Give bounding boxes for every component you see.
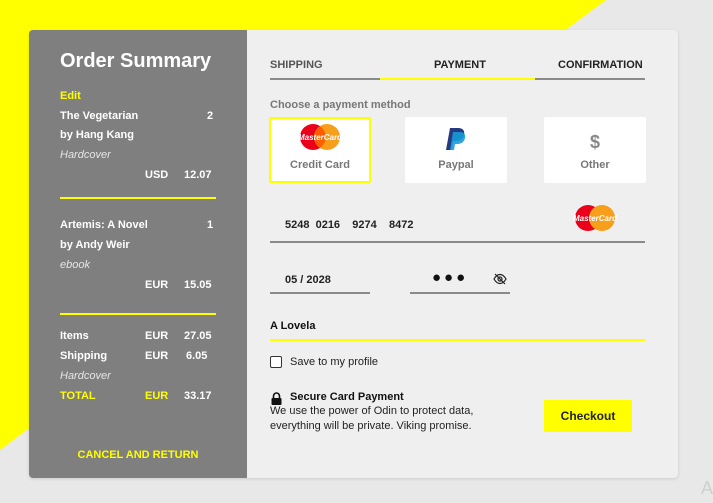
total-label: TOTAL xyxy=(60,390,96,402)
eye-off-icon[interactable] xyxy=(493,272,507,286)
choose-method-label: Choose a payment method xyxy=(270,99,411,111)
tab-shipping-underline xyxy=(270,78,380,80)
paypal-option[interactable]: Paypal xyxy=(405,117,507,183)
card-number-input[interactable]: 5248 0216 9274 8472 xyxy=(285,219,413,231)
expiry-input[interactable]: 05 / 2028 xyxy=(285,274,331,286)
tab-payment-underline xyxy=(380,78,535,80)
secure-text-line-1: We use the power of Odin to protect data… xyxy=(270,405,474,417)
item-divider xyxy=(60,197,216,199)
paypal-icon xyxy=(446,128,466,150)
shipping-currency: EUR xyxy=(145,350,169,362)
other-option[interactable]: $ Other xyxy=(544,117,646,183)
item-1-currency: USD xyxy=(145,169,169,181)
order-summary-sidebar: Order Summary Edit The Vegetarian 2 by H… xyxy=(29,30,247,478)
card-number-underline xyxy=(270,241,645,243)
item-1-price: 12.07 xyxy=(184,169,212,181)
save-profile-checkbox[interactable] xyxy=(270,356,282,368)
item-2-name: Artemis: A Novel xyxy=(60,219,148,231)
shipping-note: Hardcover xyxy=(60,370,111,382)
corner-letter: A xyxy=(700,478,713,498)
tab-confirmation[interactable]: CONFIRMATION xyxy=(558,59,643,71)
dollar-icon: $ xyxy=(589,132,600,152)
totals-divider xyxy=(60,313,216,315)
item-2-format: ebook xyxy=(60,259,90,271)
items-currency: EUR xyxy=(145,330,169,342)
item-1-format: Hardcover xyxy=(60,149,111,161)
total-currency: EUR xyxy=(145,390,169,402)
tab-confirmation-underline xyxy=(535,78,645,80)
item-1-author: by Hang Kang xyxy=(60,129,134,141)
cancel-and-return-button[interactable]: CANCEL AND RETURN xyxy=(29,449,247,461)
payment-panel: SHIPPING PAYMENT CONFIRMATION Choose a p… xyxy=(247,30,678,478)
credit-card-label: Credit Card xyxy=(290,159,350,171)
cardholder-input[interactable]: A Lovela xyxy=(270,320,315,332)
expiry-underline xyxy=(270,292,370,294)
other-label: Other xyxy=(580,159,610,171)
svg-text:MasterCard: MasterCard xyxy=(298,133,343,142)
item-2-author: by Andy Weir xyxy=(60,239,130,251)
items-value: 27.05 xyxy=(184,330,212,342)
secure-text-line-2: everything will be private. Viking promi… xyxy=(270,420,472,432)
shipping-value: 6.05 xyxy=(186,350,208,362)
svg-text:MasterCard: MasterCard xyxy=(573,214,618,223)
edit-link[interactable]: Edit xyxy=(60,90,81,102)
credit-card-option[interactable]: MasterCard Credit Card xyxy=(269,117,371,183)
lock-icon xyxy=(271,392,282,405)
save-profile-label: Save to my profile xyxy=(290,356,379,368)
checkout-card: Order Summary Edit The Vegetarian 2 by H… xyxy=(29,30,678,478)
tab-shipping[interactable]: SHIPPING xyxy=(270,59,323,71)
cvv-input[interactable]: ●●● xyxy=(432,269,468,286)
checkout-button[interactable]: Checkout xyxy=(544,400,632,432)
mastercard-icon: MasterCard xyxy=(298,124,343,150)
item-1-name: The Vegetarian xyxy=(60,110,139,122)
sidebar-title: Order Summary xyxy=(60,50,212,72)
cardholder-underline xyxy=(270,339,645,341)
paypal-label: Paypal xyxy=(438,159,474,171)
shipping-label: Shipping xyxy=(60,350,108,362)
tab-payment[interactable]: PAYMENT xyxy=(434,59,486,71)
item-2-qty: 1 xyxy=(207,219,214,231)
total-value: 33.17 xyxy=(184,390,212,402)
item-1-qty: 2 xyxy=(207,110,214,122)
secure-payment-title: Secure Card Payment xyxy=(290,391,404,403)
mastercard-icon: MasterCard xyxy=(573,205,618,231)
item-2-price: 15.05 xyxy=(184,279,212,291)
cvv-underline xyxy=(410,292,510,294)
items-label: Items xyxy=(60,330,89,342)
item-2-currency: EUR xyxy=(145,279,169,291)
